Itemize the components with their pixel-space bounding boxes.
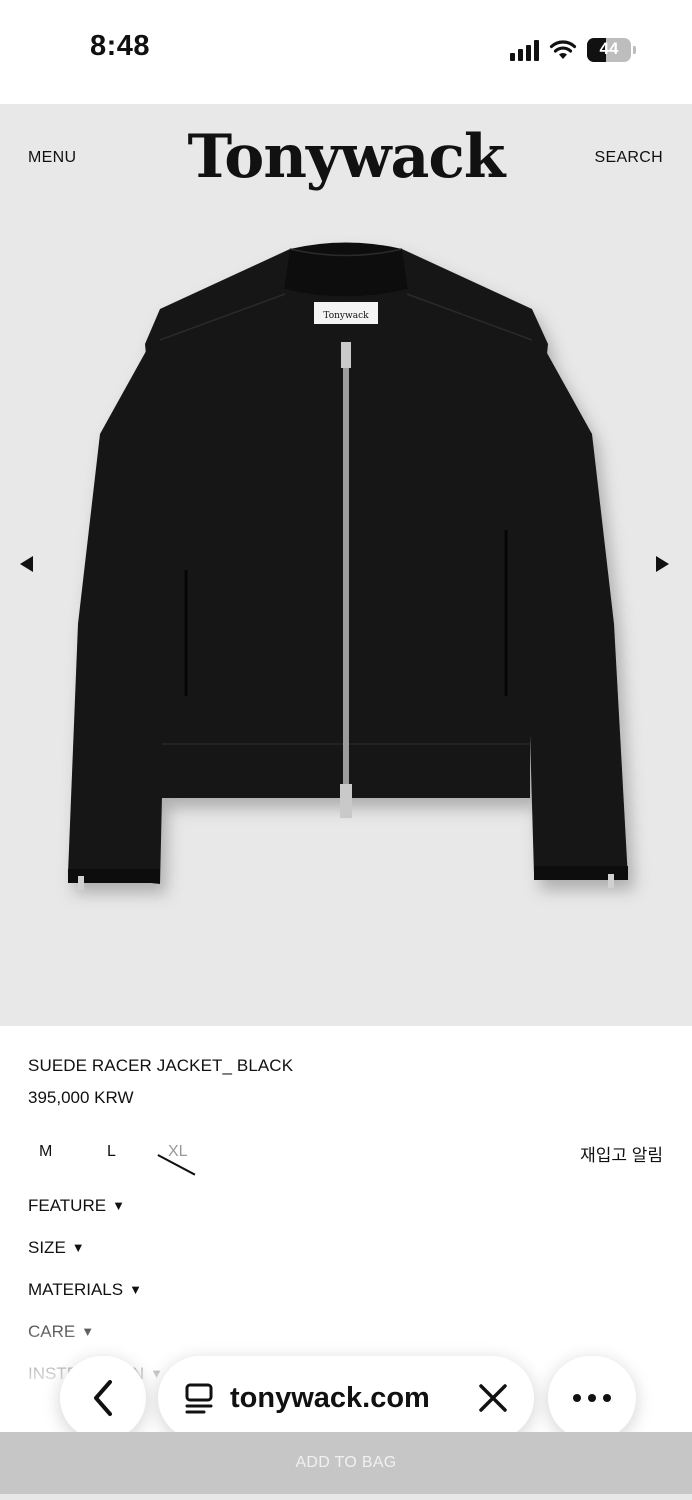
accordion-materials[interactable]: MATERIALS ▼ [28,1280,142,1300]
accordion-label: CARE [28,1322,76,1341]
previous-image-arrow-icon[interactable] [20,556,33,572]
bottom-strip [0,1494,692,1500]
brand-logo[interactable]: Tonywack [0,122,692,192]
accordion-care[interactable]: CARE ▼ [28,1322,94,1342]
restock-alert-link[interactable]: 재입고 알림 [580,1141,663,1166]
status-icons: 44 [510,38,636,62]
product-label-text: Tonywack [323,311,369,321]
status-time: 8:48 [90,30,151,62]
caret-down-icon: ▼ [112,1198,125,1213]
more-options-button[interactable] [548,1356,636,1440]
caret-down-icon: ▼ [81,1324,95,1339]
more-dots-icon [573,1394,611,1402]
cellular-signal-icon [510,39,539,61]
chevron-left-icon [94,1380,112,1416]
browser-back-button[interactable] [60,1356,146,1440]
search-button[interactable]: SEARCH [595,149,663,167]
product-image: Tonywack [68,242,628,890]
caret-down-icon: ▼ [150,1366,164,1381]
accordion-label: MATERIALS [28,1280,124,1299]
product-price: 395,000 KRW [28,1088,134,1107]
close-icon[interactable] [478,1383,508,1413]
product-gallery: Tonywack MENU Tonywack SEARCH [0,104,692,1026]
caret-down-icon: ▼ [71,1240,85,1255]
size-option-xl-soldout[interactable]: XL [168,1143,188,1161]
page-menu-icon[interactable] [184,1382,214,1414]
size-option-l[interactable]: L [107,1143,116,1161]
size-option-m[interactable]: M [39,1143,52,1161]
accordion-label: FEATURE [28,1196,107,1215]
address-bar[interactable]: tonywack.com [158,1356,534,1440]
accordion-size[interactable]: SIZE ▼ [28,1238,85,1258]
accordion-feature[interactable]: FEATURE ▼ [28,1196,125,1216]
next-image-arrow-icon[interactable] [656,556,669,572]
battery-percent: 44 [599,39,619,58]
battery-cap [633,46,636,54]
battery-icon: 44 [587,38,631,62]
wifi-icon [549,40,577,59]
accordion-label: SIZE [28,1238,66,1257]
url-text[interactable]: tonywack.com [230,1382,430,1415]
caret-down-icon: ▼ [129,1282,142,1297]
add-to-bag-button[interactable]: ADD TO BAG [0,1432,692,1494]
status-bar: 8:48 44 [0,0,692,104]
product-name: SUEDE RACER JACKET_ BLACK [28,1056,294,1075]
